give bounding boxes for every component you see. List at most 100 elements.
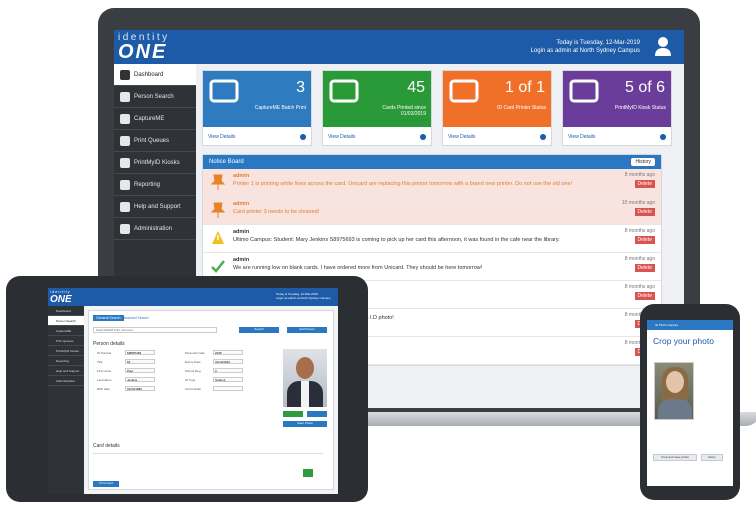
edit-photo-button[interactable] [307, 411, 327, 417]
sidebar-item-print-queues[interactable]: Print Queues [114, 130, 196, 152]
sidebar-item-captureme[interactable]: CaptureME [114, 108, 196, 130]
stat-tile: 45 Cards Printed since 01/03/2019 View Det… [322, 70, 432, 146]
user-icon[interactable] [654, 36, 672, 56]
sidebar-item-administration[interactable]: Administration [114, 218, 196, 240]
view-details-label: View Details [568, 134, 596, 140]
field-input[interactable]: Jenkins [125, 377, 155, 382]
person-photo [283, 349, 327, 407]
field-label: Expiry Date [185, 360, 201, 364]
tablet-sidebar-item[interactable]: Person Search [48, 316, 84, 326]
view-details-link[interactable]: View Details [203, 127, 311, 147]
stat-tile-body: 1 of 1 ID Card Printer Status [443, 71, 551, 127]
phone-app-bar: ID Photo Capture [647, 320, 733, 330]
pin-icon [211, 202, 225, 218]
save-photo-button[interactable]: Save Photo [283, 421, 327, 427]
tablet-screen: identity ONE Today is Tuesday, 12-Mar-20… [48, 288, 338, 494]
lock-icon [120, 223, 130, 234]
sidebar-item-label: Dashboard [134, 71, 164, 78]
notice-time: 8 months ago [624, 256, 655, 262]
notice-time: 10 months ago [621, 200, 655, 206]
field-input[interactable]: 01/03/1982 [125, 386, 155, 391]
delete-notice-button[interactable]: Delete [634, 236, 655, 244]
tablet-sidebar-item[interactable]: CaptureME [48, 326, 84, 336]
retry-button[interactable]: Retry [701, 454, 723, 461]
field-input[interactable]: Student [213, 377, 243, 382]
sidebar-item-printmyid-kiosks[interactable]: PrintMyID Kiosks [114, 152, 196, 174]
tablet-sidebar-item[interactable]: Dashboard [48, 306, 84, 316]
sidebar-item-dashboard[interactable]: Dashboard [114, 64, 196, 86]
printer-icon [120, 135, 130, 146]
printer-icon [449, 79, 479, 103]
card-status-ok[interactable] [303, 469, 313, 477]
warning-icon [212, 231, 224, 244]
sidebar-item-person-search[interactable]: Person Search [114, 86, 196, 108]
sidebar-item-label: PrintMyID Kiosks [134, 159, 180, 166]
crop-save-button[interactable]: Crop and save photo [653, 454, 697, 461]
delete-notice-button[interactable]: Delete [634, 180, 655, 188]
field-label: Title [97, 360, 103, 364]
history-button[interactable]: History [631, 158, 655, 166]
add-person-button[interactable]: Add Person [287, 327, 327, 333]
person-search-input[interactable]: Search/ADM Print (remove) [93, 327, 217, 333]
field-label: Last Name [97, 378, 112, 382]
tablet-sidebar-item[interactable]: PrintMyID Kiosks [48, 346, 84, 356]
notice-author: admin [233, 257, 250, 263]
card-details-heading: Card details [93, 443, 120, 449]
tab-advanced-search[interactable]: Advanced Search [121, 316, 149, 320]
arrow-circle-icon [420, 134, 426, 140]
field-input[interactable]: 0 [213, 368, 243, 373]
sidebar-item-label: Help and Support [134, 203, 181, 210]
dashboard-icon [120, 69, 130, 80]
notice-text: Card printer 3 needs to be cleaned! [233, 209, 320, 215]
field-label: ID Type [185, 378, 196, 382]
arrow-circle-icon [540, 134, 546, 140]
login-line: Login as admin at North Sydney Campus [530, 48, 640, 54]
crop-photo-preview[interactable] [654, 362, 694, 420]
stat-tile-label: Cards Printed since 01/03/2019 [382, 105, 426, 117]
photo-body [658, 399, 692, 419]
identity-one-logo[interactable]: identity ONE [118, 32, 208, 62]
approve-photo-button[interactable] [283, 411, 303, 417]
stat-tile-number: 5 of 6 [624, 79, 665, 96]
tablet-sidebar-item[interactable]: Administration [48, 376, 84, 386]
table-icon [120, 179, 130, 190]
tablet-logo-main[interactable]: ONE [50, 294, 72, 305]
tab-general-search[interactable]: General Search [93, 315, 124, 321]
notice-item: admin Printer 1 is printing white lines a… [203, 169, 661, 197]
stat-tile: 3 CaptureME Batch Print View Details [202, 70, 312, 146]
stat-tile-body: 45 Cards Printed since 01/03/2019 [323, 71, 431, 127]
tablet-sidebar-item[interactable]: Help and Support [48, 366, 84, 376]
field-input[interactable]: 2235 [213, 350, 243, 355]
search-button[interactable]: Search [239, 327, 279, 333]
notice-time: 8 months ago [624, 172, 655, 178]
field-input[interactable]: M8887484 [125, 350, 155, 355]
tablet-login-line: Login as admin at North Sydney Campus [276, 296, 331, 300]
view-details-link[interactable]: View Details [323, 127, 431, 147]
field-label: First name [97, 369, 112, 373]
camera-icon [120, 113, 130, 124]
sidebar-item-reporting[interactable]: Reporting [114, 174, 196, 196]
users-icon [209, 79, 239, 103]
view-details-link[interactable]: View Details [443, 127, 551, 147]
sidebar-item-label: Administration [134, 225, 173, 232]
check-icon [211, 260, 225, 273]
print-card-button[interactable]: Print Card [93, 481, 119, 487]
stat-tile-number: 3 [296, 79, 305, 96]
delete-notice-button[interactable]: Delete [634, 264, 655, 272]
field-input[interactable] [213, 386, 243, 391]
field-input[interactable]: 31/12/2022 [213, 359, 243, 364]
delete-notice-button[interactable]: Delete [634, 292, 655, 300]
phone-screen: ID Photo Capture Crop your photo Crop an… [647, 320, 733, 486]
notice-author: admin [233, 173, 250, 179]
field-input[interactable]: Paul [125, 368, 155, 373]
stat-tile-label: ID Card Printer Status [497, 105, 546, 111]
view-details-link[interactable]: View Details [563, 127, 671, 147]
sidebar-item-help-and-support[interactable]: Help and Support [114, 196, 196, 218]
tablet-person-panel: General Search Advanced Search Search/AD… [88, 310, 334, 490]
delete-notice-button[interactable]: Delete [634, 208, 655, 216]
info-icon [120, 201, 130, 212]
tablet-sidebar-item[interactable]: Reporting [48, 356, 84, 366]
tablet-sidebar: Dashboard Person Search CaptureME Print Que… [48, 306, 84, 494]
tablet-sidebar-item[interactable]: Print Queues [48, 336, 84, 346]
field-input[interactable]: Mr [125, 359, 155, 364]
